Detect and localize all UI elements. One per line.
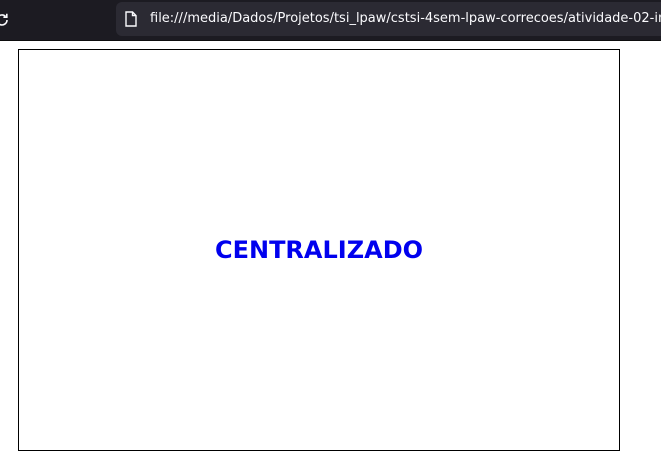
page-icon	[125, 11, 137, 27]
reload-icon	[0, 13, 8, 26]
reload-button[interactable]	[0, 9, 10, 31]
url-bar[interactable]: file:///media/Dados/Projetos/tsi_lpaw/cs…	[116, 2, 661, 36]
centered-text: CENTRALIZADO	[214, 236, 424, 264]
url-text: file:///media/Dados/Projetos/tsi_lpaw/cs…	[150, 11, 661, 26]
page-content: CENTRALIZADO	[0, 41, 661, 471]
bordered-box: CENTRALIZADO	[18, 49, 620, 451]
browser-toolbar: file:///media/Dados/Projetos/tsi_lpaw/cs…	[0, 0, 661, 41]
